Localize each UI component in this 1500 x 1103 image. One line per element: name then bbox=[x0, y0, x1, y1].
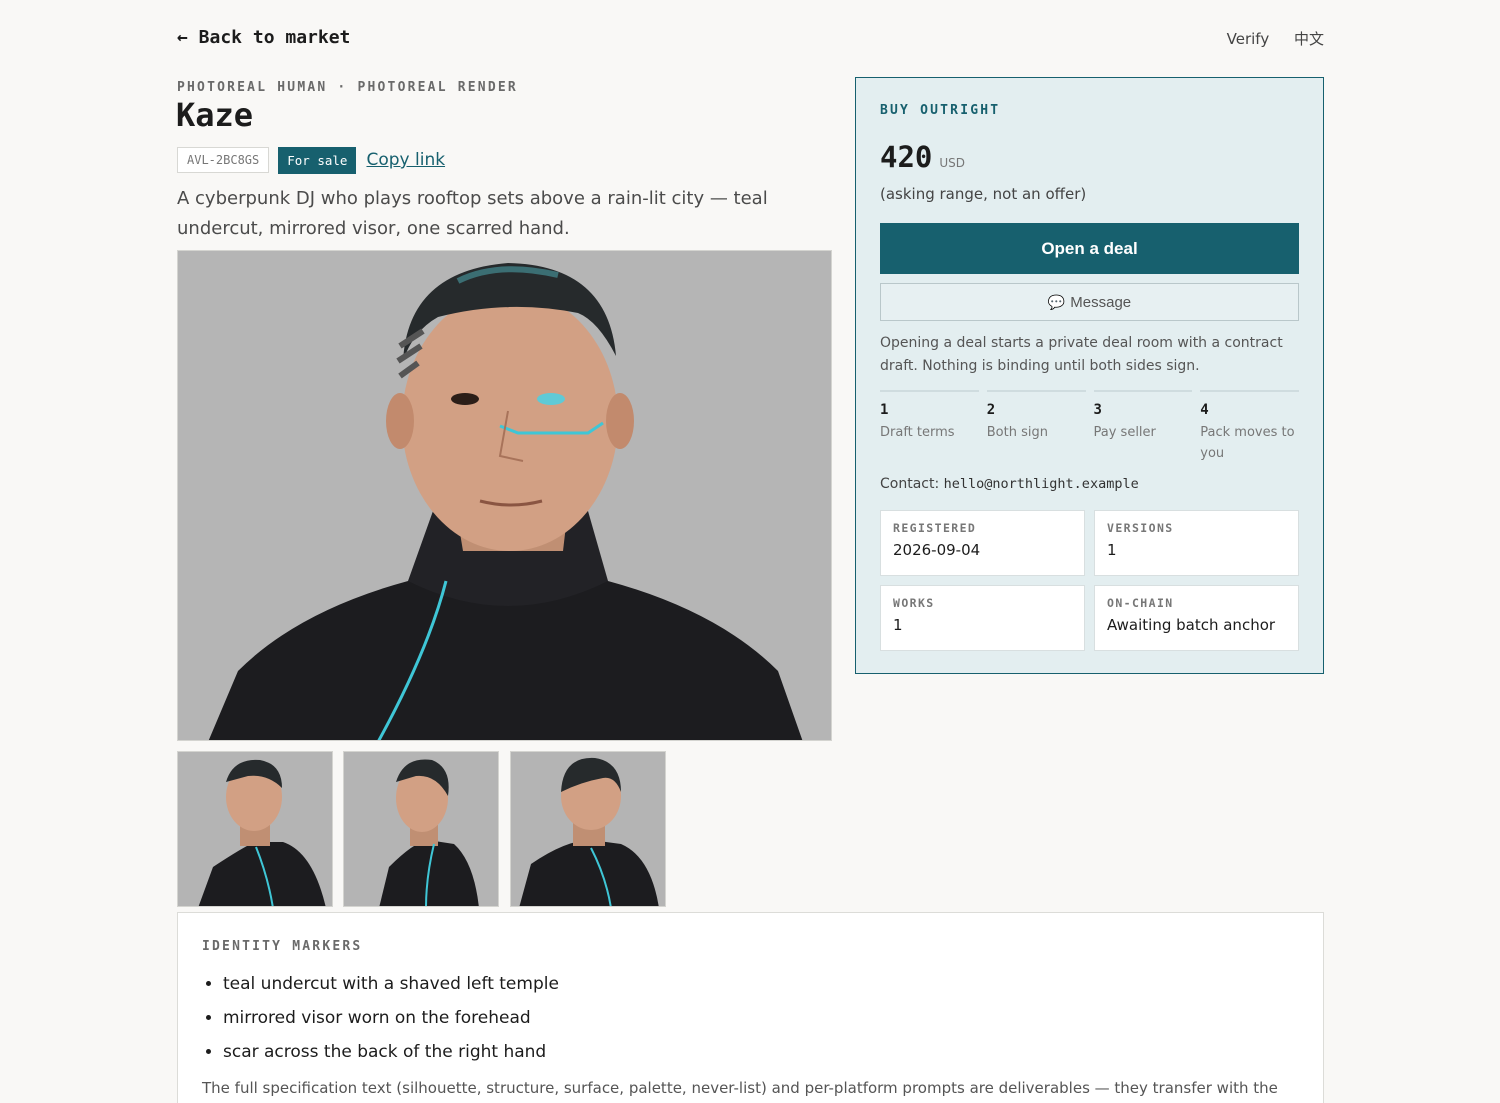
price: 420 USD bbox=[880, 140, 965, 174]
stat-value: 1 bbox=[1107, 541, 1117, 559]
list-item: mirrored visor worn on the forehead bbox=[223, 1005, 559, 1039]
contact-email[interactable]: hello@northlight.example bbox=[944, 476, 1139, 492]
thumbnail-illustration bbox=[178, 752, 332, 906]
step-label: Pay seller bbox=[1093, 425, 1156, 440]
top-bar: ← Back to market Verify 中文 bbox=[177, 27, 1324, 51]
deal-step: 1 Draft terms bbox=[880, 390, 979, 464]
listing-description: A cyberpunk DJ who plays rooftop sets ab… bbox=[177, 188, 768, 239]
stat-value: Awaiting batch anchor bbox=[1107, 616, 1276, 634]
step-number: 1 bbox=[880, 402, 889, 418]
identity-markers-list: teal undercut with a shaved left temple … bbox=[223, 971, 559, 1073]
verify-link[interactable]: Verify bbox=[1227, 30, 1270, 48]
step-number: 3 bbox=[1093, 402, 1102, 418]
stat-label: WORKS bbox=[893, 596, 935, 610]
portrait-illustration bbox=[178, 251, 831, 740]
back-to-market-link[interactable]: ← Back to market bbox=[177, 27, 350, 48]
price-amount: 420 bbox=[880, 140, 933, 174]
thumbnail-three-quarter-left[interactable] bbox=[177, 751, 333, 907]
contact-line: Contact: hello@northlight.example bbox=[880, 476, 1139, 492]
listing-stats: REGISTERED 2026-09-04 VERSIONS 1 WORKS 1… bbox=[880, 510, 1299, 651]
thumbnail-profile[interactable] bbox=[343, 751, 499, 907]
deal-note: Opening a deal starts a private deal roo… bbox=[880, 335, 1283, 374]
deal-step: 4 Pack moves to you bbox=[1200, 390, 1299, 464]
stat-value: 1 bbox=[893, 616, 903, 634]
step-label: Both sign bbox=[986, 425, 1048, 440]
language-toggle[interactable]: 中文 bbox=[1294, 30, 1324, 48]
message-button-label: Message bbox=[1070, 293, 1132, 311]
category-eyebrow: PHOTOREAL HUMAN · PHOTOREAL RENDER bbox=[177, 80, 518, 95]
identity-markers-heading: IDENTITY MARKERS bbox=[202, 939, 363, 954]
deal-panel: BUY OUTRIGHT 420 USD (asking range, not … bbox=[855, 77, 1324, 674]
deal-steps: 1 Draft terms 2 Both sign 3 Pay seller 4… bbox=[880, 390, 1299, 464]
step-label: Draft terms bbox=[880, 425, 955, 440]
list-item: teal undercut with a shaved left temple bbox=[223, 971, 559, 1005]
step-number: 2 bbox=[986, 402, 996, 418]
price-currency: USD bbox=[939, 156, 966, 170]
stat-label: VERSIONS bbox=[1107, 521, 1174, 535]
copy-link[interactable]: Copy link bbox=[366, 150, 445, 170]
stat-label: ON-CHAIN bbox=[1107, 596, 1174, 610]
thumbnail-illustration bbox=[511, 752, 665, 906]
step-label: Pack moves to you bbox=[1200, 425, 1295, 461]
stat-value: 2026-09-04 bbox=[893, 541, 981, 559]
list-item: scar across the back of the right hand bbox=[223, 1039, 559, 1073]
contact-label: Contact: bbox=[880, 476, 940, 492]
status-badge: For sale bbox=[278, 146, 357, 174]
thumbnail-illustration bbox=[344, 752, 498, 906]
stat-works: WORKS 1 bbox=[880, 585, 1085, 651]
stat-versions: VERSIONS 1 bbox=[1094, 510, 1299, 576]
deal-step: 2 Both sign bbox=[986, 390, 1086, 464]
open-deal-button[interactable]: Open a deal bbox=[880, 223, 1299, 274]
stat-registered: REGISTERED 2026-09-04 bbox=[880, 510, 1085, 576]
page-title: Kaze bbox=[176, 96, 254, 134]
buy-outright-heading: BUY OUTRIGHT bbox=[880, 103, 1001, 118]
stat-label: REGISTERED bbox=[893, 521, 977, 535]
deal-step: 3 Pay seller bbox=[1093, 390, 1193, 464]
hero-portrait-image[interactable] bbox=[177, 250, 832, 741]
step-number: 4 bbox=[1200, 402, 1209, 418]
identity-markers-card: IDENTITY MARKERS teal undercut with a sh… bbox=[177, 912, 1324, 1103]
speech-bubble-icon: 💬 bbox=[1047, 293, 1066, 310]
thumbnail-back-three-quarter[interactable] bbox=[510, 751, 666, 907]
listing-id-badge: AVL-2BC8GS bbox=[177, 147, 270, 173]
price-note: (asking range, not an offer) bbox=[880, 185, 1087, 203]
message-button[interactable]: 💬 Message bbox=[880, 283, 1299, 321]
deliverables-note: The full specification text (silhouette,… bbox=[202, 1079, 1278, 1097]
stat-on-chain: ON-CHAIN Awaiting batch anchor bbox=[1094, 585, 1299, 651]
top-nav: Verify 中文 bbox=[1207, 28, 1324, 49]
listing-meta: AVL-2BC8GS For sale Copy link bbox=[177, 146, 445, 174]
